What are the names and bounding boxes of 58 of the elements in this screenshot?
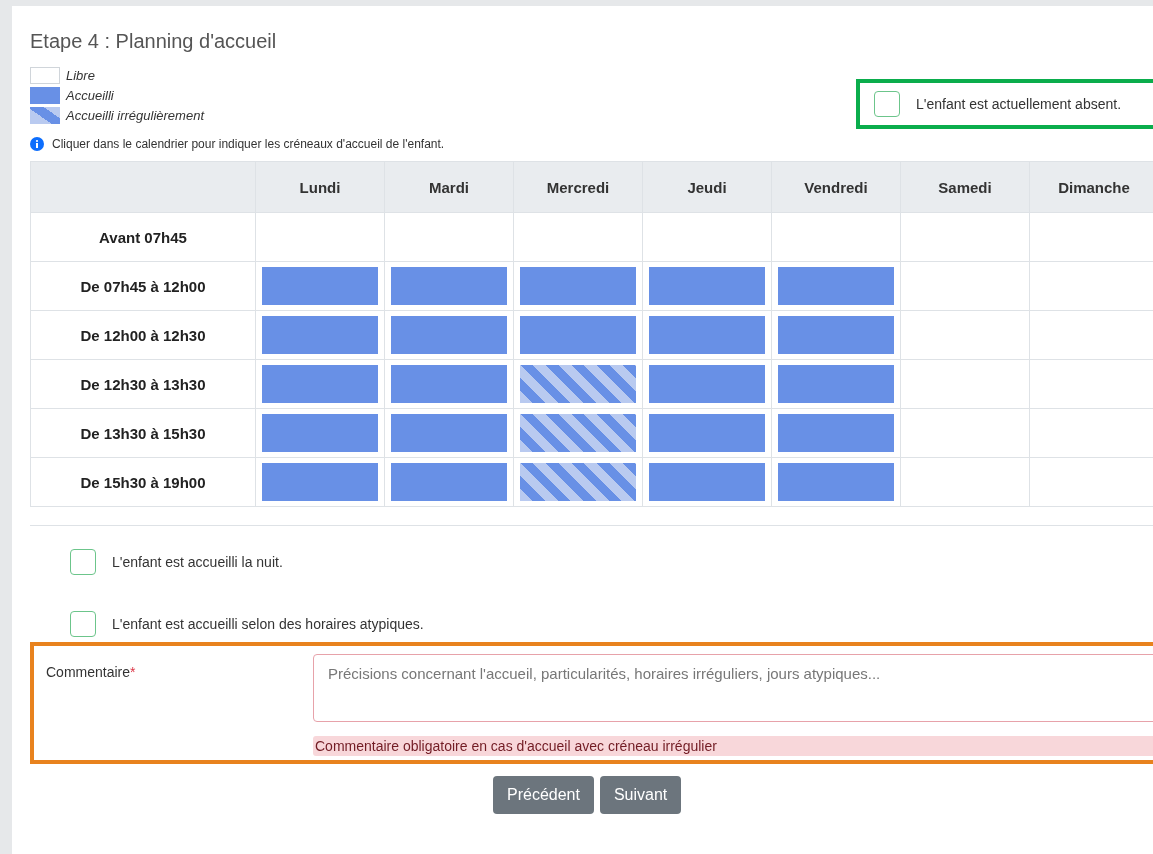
time-slot[interactable] (513, 408, 643, 458)
comment-field[interactable]: Précisions concernant l'accueil, particularités, horaires irréguliers, jours atypiques... (313, 654, 1153, 722)
time-slot[interactable] (384, 408, 514, 458)
checkbox[interactable] (874, 91, 900, 117)
time-slot[interactable] (771, 261, 901, 311)
row-header: De 13h30 à 15h30 (30, 408, 256, 458)
time-slot[interactable] (642, 261, 772, 311)
column-header: Dimanche (1029, 161, 1153, 213)
checkbox[interactable] (70, 611, 96, 637)
time-slot[interactable] (384, 310, 514, 360)
time-slot[interactable] (513, 310, 643, 360)
info-icon (30, 137, 44, 151)
time-slot[interactable] (255, 408, 385, 458)
time-slot[interactable] (642, 457, 772, 507)
checkbox[interactable] (70, 549, 96, 575)
time-slot[interactable] (255, 261, 385, 311)
legend-swatch (30, 87, 60, 104)
checkbox-label: L'enfant est accueilli selon des horaires atypiques. (112, 616, 424, 632)
time-slot[interactable] (255, 359, 385, 409)
time-slot[interactable] (513, 359, 643, 409)
time-slot[interactable] (513, 457, 643, 507)
row-header: De 07h45 à 12h00 (30, 261, 256, 311)
column-header: Mercredi (513, 161, 643, 213)
time-slot[interactable] (771, 359, 901, 409)
row-header: De 12h30 à 13h30 (30, 359, 256, 409)
time-slot[interactable] (771, 457, 901, 507)
legend-label: Libre (66, 68, 95, 83)
nav-button[interactable]: Précédent (493, 776, 594, 814)
page-title: Etape 4 : Planning d'accueil (30, 30, 278, 53)
field-label: Commentaire* (46, 663, 137, 682)
time-slot[interactable] (384, 359, 514, 409)
info-text: Cliquer dans le calendrier pour indiquer les créneaux d'accueil de l'enfant. (52, 137, 445, 151)
row-header: De 15h30 à 19h00 (30, 457, 256, 507)
column-header: Mardi (384, 161, 514, 213)
column-header: Lundi (255, 161, 385, 213)
time-slot[interactable] (255, 310, 385, 360)
error-message: Commentaire obligatoire en cas d'accueil avec créneau irrégulier (313, 736, 1153, 756)
time-slot[interactable] (384, 261, 514, 311)
nav-button[interactable]: Suivant (599, 776, 682, 814)
column-header: Vendredi (771, 161, 901, 213)
column-header: Jeudi (642, 161, 772, 213)
legend-swatch (30, 67, 60, 84)
time-slot[interactable] (771, 310, 901, 360)
legend-label: Accueilli (66, 88, 114, 103)
row-header: De 12h00 à 12h30 (30, 310, 256, 360)
time-slot[interactable] (642, 408, 772, 458)
time-slot[interactable] (771, 408, 901, 458)
checkbox-label: L'enfant est accueilli la nuit. (112, 554, 283, 570)
time-slot[interactable] (642, 359, 772, 409)
checkbox-label: L'enfant est actuellement absent. (916, 96, 1122, 112)
legend-label: Accueilli irrégulièrement (66, 108, 204, 123)
time-slot[interactable] (384, 457, 514, 507)
column-header: Samedi (900, 161, 1030, 213)
row-header: Avant 07h45 (30, 212, 256, 262)
time-slot[interactable] (513, 261, 643, 311)
time-slot[interactable] (642, 310, 772, 360)
time-slot[interactable] (255, 457, 385, 507)
legend-swatch (30, 107, 60, 124)
